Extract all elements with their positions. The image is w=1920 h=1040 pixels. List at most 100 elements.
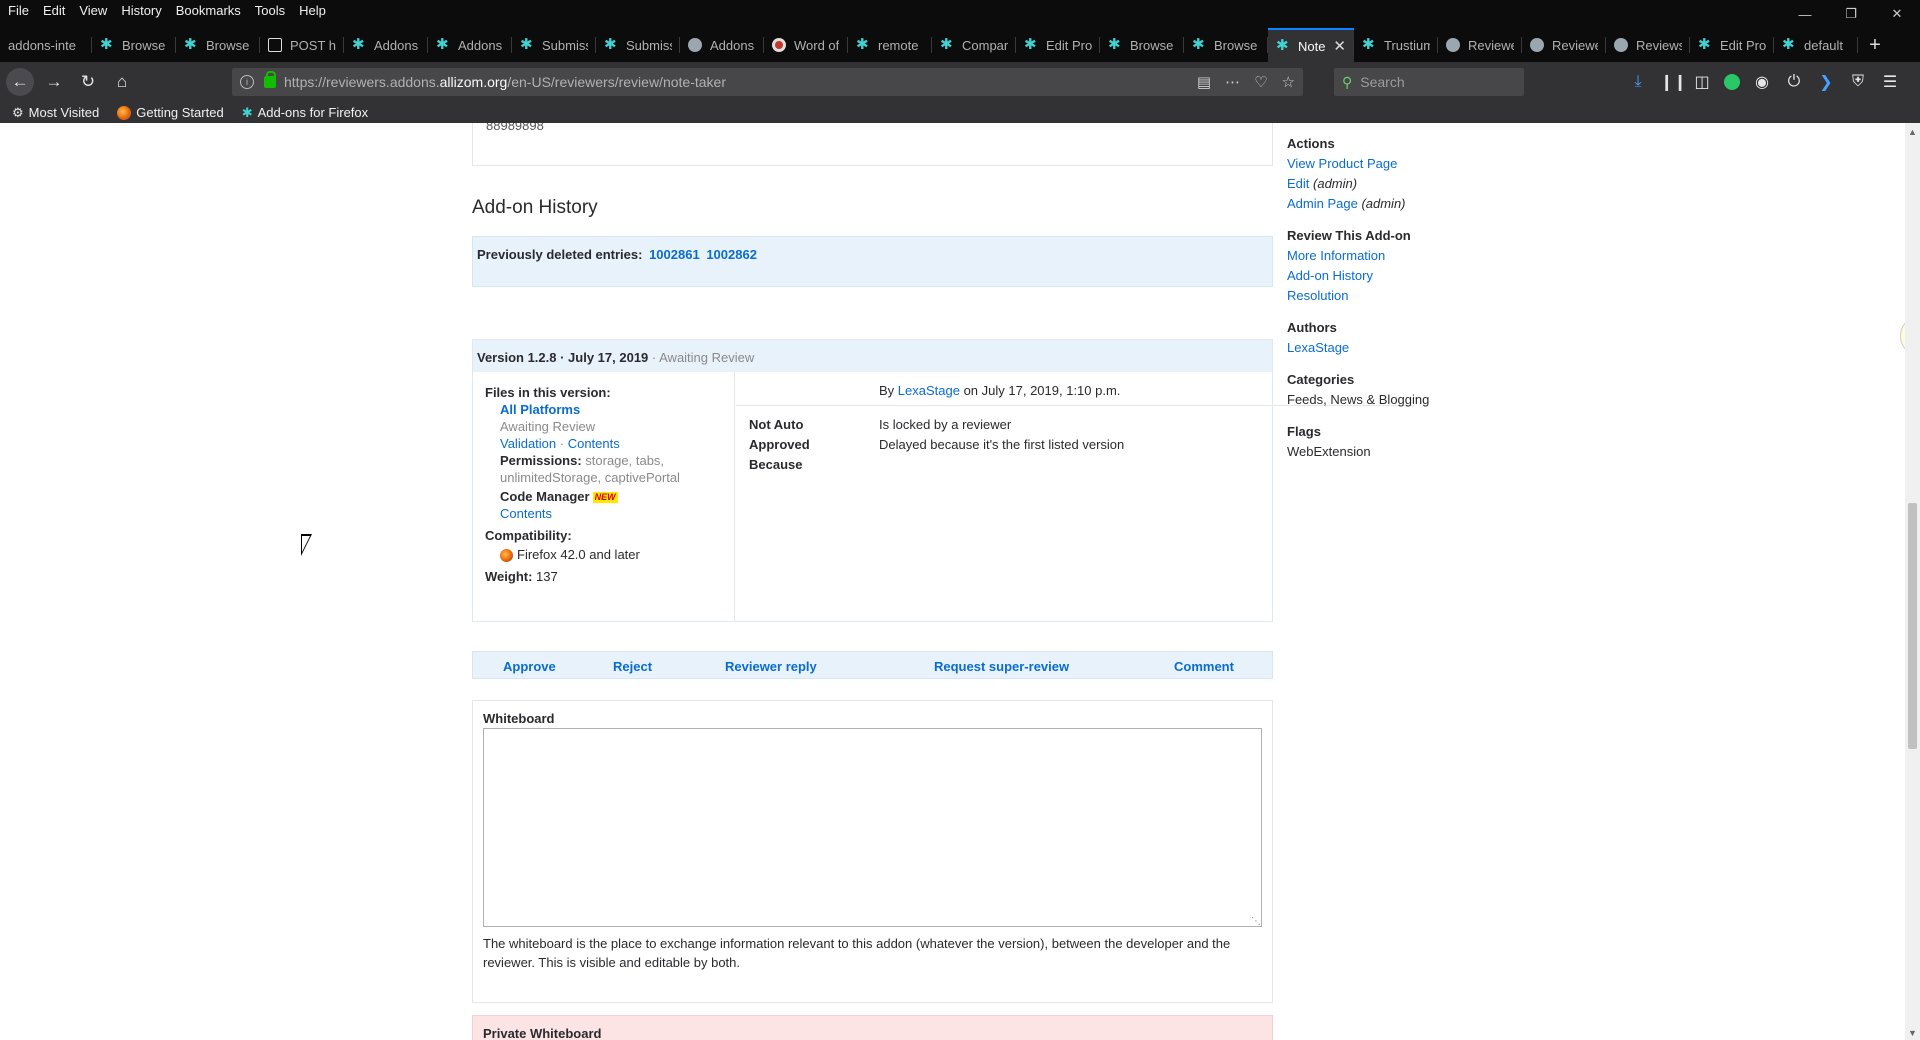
menu-bookmarks[interactable]: Bookmarks xyxy=(169,3,248,18)
tab[interactable]: Submiss xyxy=(512,28,596,62)
validation-link[interactable]: Validation xyxy=(500,436,556,451)
request-super-review-action[interactable]: Request super-review xyxy=(934,659,1069,674)
scrollbar-thumb[interactable] xyxy=(1908,503,1917,749)
power-icon[interactable]: ⏻ xyxy=(1784,73,1804,91)
tab[interactable]: Addons xyxy=(428,28,512,62)
wrench-icon xyxy=(940,35,954,53)
restore-icon[interactable]: ❐ xyxy=(1828,0,1874,28)
tab-label: Note xyxy=(1298,38,1326,54)
menu-view[interactable]: View xyxy=(72,3,114,18)
tab[interactable]: Submiss xyxy=(596,28,680,62)
tab[interactable]: Browse xyxy=(1184,28,1268,62)
menu-file[interactable]: File xyxy=(0,3,36,18)
home-button[interactable]: ⌂ xyxy=(108,68,136,96)
deleted-entry-link-2[interactable]: 1002862 xyxy=(706,247,757,262)
bookmark-addons-for-firefox[interactable]: ✱ Add-ons for Firefox xyxy=(242,105,368,121)
tab[interactable]: Edit Pro xyxy=(1016,28,1100,62)
reason-item: Is locked by a reviewer xyxy=(879,417,1012,432)
resolution-link[interactable]: Resolution xyxy=(1287,286,1487,306)
tab[interactable]: POST ht xyxy=(260,28,344,62)
back-button[interactable]: ← xyxy=(6,68,34,96)
scroll-down-icon[interactable]: ▼ xyxy=(1908,1028,1917,1038)
wrench-icon xyxy=(1276,36,1290,54)
tab[interactable]: Edit Pro xyxy=(1690,28,1774,62)
tab[interactable]: Word of xyxy=(764,28,848,62)
sidebar-icon[interactable]: ◫ xyxy=(1692,72,1712,92)
download-icon[interactable]: ⤓ xyxy=(1628,73,1648,91)
bookmark-getting-started[interactable]: Getting Started xyxy=(117,105,224,120)
tab[interactable]: addons-inte xyxy=(0,28,92,62)
wrench-icon xyxy=(604,35,618,53)
pocket-icon[interactable]: ♡ xyxy=(1254,73,1267,91)
bookmark-most-visited[interactable]: ⚙ Most Visited xyxy=(12,105,99,121)
tab[interactable]: remote xyxy=(848,28,932,62)
forward-button[interactable]: → xyxy=(40,68,68,96)
whiteboard-textarea[interactable] xyxy=(483,728,1262,927)
arrow-right-icon[interactable]: ❯ xyxy=(1816,72,1836,92)
code-manager-label: Code Manager xyxy=(500,489,590,504)
wrench-icon xyxy=(352,35,366,53)
new-tab-icon[interactable]: + xyxy=(1858,28,1892,62)
reject-action[interactable]: Reject xyxy=(613,659,652,674)
comment-action[interactable]: Comment xyxy=(1174,659,1234,674)
extension-shield-icon[interactable]: ⛨ xyxy=(1848,73,1868,91)
admin-note: (admin) xyxy=(1357,196,1406,211)
tab[interactable]: Reviewe xyxy=(1522,28,1606,62)
tab[interactable]: Trustium xyxy=(1354,28,1438,62)
tab[interactable]: Browse xyxy=(1100,28,1184,62)
url-prefix: https://reviewers.addons. xyxy=(284,74,440,90)
avatar-icon xyxy=(1446,38,1460,52)
all-platforms-link[interactable]: All Platforms xyxy=(500,401,722,418)
sidebar-author-link[interactable]: LexaStage xyxy=(1287,338,1487,358)
tab[interactable]: Browse xyxy=(92,28,176,62)
tab[interactable]: Addons xyxy=(680,28,764,62)
whiteboard-title: Whiteboard xyxy=(483,711,555,726)
url-text[interactable]: https://reviewers.addons.allizom.org/en-… xyxy=(284,74,726,90)
info-icon[interactable]: i xyxy=(240,75,254,89)
tab-label: Browse xyxy=(122,37,166,53)
menu-history[interactable]: History xyxy=(114,3,168,18)
reviewer-reply-action[interactable]: Reviewer reply xyxy=(725,659,817,674)
menu-help[interactable]: Help xyxy=(292,3,333,18)
tab[interactable]: Reviewe xyxy=(1438,28,1522,62)
library-icon[interactable]: ❙❙ xyxy=(1660,72,1687,92)
admin-page-link[interactable]: Admin Page xyxy=(1287,196,1358,211)
lock-icon[interactable] xyxy=(264,71,276,88)
hamburger-menu-icon[interactable]: ☰ xyxy=(1880,72,1900,92)
more-information-link[interactable]: More Information xyxy=(1287,246,1487,266)
bookmarks-toolbar: ⚙ Most Visited Getting Started ✱ Add-ons f… xyxy=(0,102,1920,123)
author-link[interactable]: LexaStage xyxy=(898,383,960,398)
reload-button[interactable]: ↻ xyxy=(74,68,102,96)
more-actions-icon[interactable]: ⋯ xyxy=(1225,73,1240,91)
tab[interactable]: Reviews xyxy=(1606,28,1690,62)
reader-view-icon[interactable]: ▤ xyxy=(1197,73,1211,91)
tab[interactable]: Browse xyxy=(176,28,260,62)
minimize-icon[interactable]: — xyxy=(1782,0,1828,28)
code-manager-contents-link[interactable]: Contents xyxy=(500,505,722,522)
tab[interactable]: Compar xyxy=(932,28,1016,62)
close-tab-icon[interactable]: ✕ xyxy=(1333,37,1346,55)
gear-icon: ⚙ xyxy=(12,104,24,120)
url-bar[interactable]: i https://reviewers.addons.allizom.org/e… xyxy=(232,68,1303,96)
tab-active[interactable]: Note ✕ xyxy=(1268,28,1354,62)
search-bar[interactable]: ⚲ Search xyxy=(1334,68,1524,96)
close-window-icon[interactable]: ✕ xyxy=(1874,0,1920,28)
deleted-entry-link-1[interactable]: 1002861 xyxy=(649,247,700,262)
extension-green-icon[interactable] xyxy=(1724,74,1740,90)
edit-link[interactable]: Edit xyxy=(1287,176,1309,191)
contents-link[interactable]: Contents xyxy=(568,436,620,451)
view-product-page-link[interactable]: View Product Page xyxy=(1287,154,1487,174)
menu-edit[interactable]: Edit xyxy=(36,3,72,18)
page-scrollbar[interactable]: ▲ ▼ xyxy=(1905,123,1920,1040)
tab[interactable]: Addons xyxy=(344,28,428,62)
menu-tools[interactable]: Tools xyxy=(248,3,292,18)
account-icon[interactable]: ◉ xyxy=(1752,72,1772,92)
bookmark-star-icon[interactable]: ☆ xyxy=(1282,73,1295,91)
tab[interactable]: default xyxy=(1774,28,1858,62)
tab-label: addons-inte xyxy=(8,37,76,53)
whiteboard-box: Whiteboard ⋱ The whiteboard is the place… xyxy=(472,700,1273,1003)
scroll-up-icon[interactable]: ▲ xyxy=(1908,127,1917,137)
resize-grip-icon[interactable]: ⋱ xyxy=(1251,916,1261,927)
approve-action[interactable]: Approve xyxy=(503,659,556,674)
addon-history-link[interactable]: Add-on History xyxy=(1287,266,1487,286)
